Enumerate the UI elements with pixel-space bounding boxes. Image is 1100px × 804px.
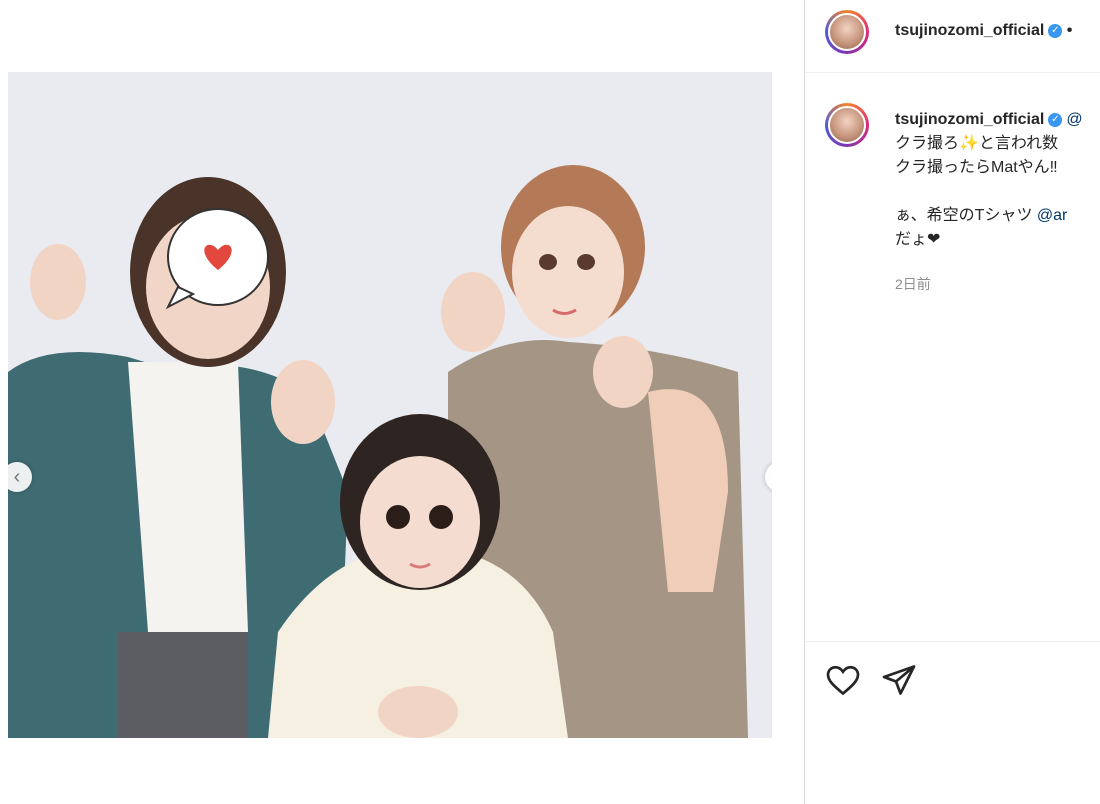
- header-username-text[interactable]: tsujinozomi_official: [895, 22, 1044, 39]
- caption-line-2: クラ撮ったらMatやん‼︎: [895, 159, 1058, 176]
- photo-illustration: [8, 72, 772, 738]
- comment-username-text[interactable]: tsujinozomi_official: [895, 111, 1044, 128]
- post-side-panel: tsujinozomi_official ✓ • tsujinozomi_offi…: [804, 0, 1100, 804]
- comment-avatar[interactable]: [825, 103, 869, 147]
- post-timestamp[interactable]: 2日前: [895, 274, 931, 294]
- action-bar: [805, 641, 1100, 804]
- post-header: tsujinozomi_official ✓ •: [805, 0, 1100, 73]
- caption-line-1: クラ撮ろ✨と言われ数: [895, 135, 1059, 152]
- caption-line-4: だょ❤: [895, 231, 941, 248]
- comment-username[interactable]: tsujinozomi_official ✓ @: [895, 111, 1083, 129]
- profile-avatar[interactable]: [825, 10, 869, 54]
- verified-badge-icon: ✓: [1048, 112, 1063, 127]
- verified-badge-icon: ✓: [1048, 23, 1063, 38]
- post-photo[interactable]: ‹ ›: [8, 72, 772, 738]
- paper-plane-icon[interactable]: [881, 662, 917, 698]
- more-options-dot[interactable]: •: [1067, 22, 1073, 39]
- caption-mention[interactable]: @ar: [1037, 207, 1067, 224]
- media-area: ‹ ›: [0, 0, 804, 804]
- caption-line-3: ぁ、希空のTシャツ: [895, 207, 1037, 224]
- caption-mention-tail[interactable]: @: [1066, 111, 1082, 128]
- caption-text: クラ撮ろ✨と言われ数 クラ撮ったらMatやん‼︎ ぁ、希空のTシャツ @ar だ…: [895, 132, 1100, 252]
- heart-icon[interactable]: [825, 662, 861, 698]
- header-username[interactable]: tsujinozomi_official ✓ •: [895, 22, 1072, 40]
